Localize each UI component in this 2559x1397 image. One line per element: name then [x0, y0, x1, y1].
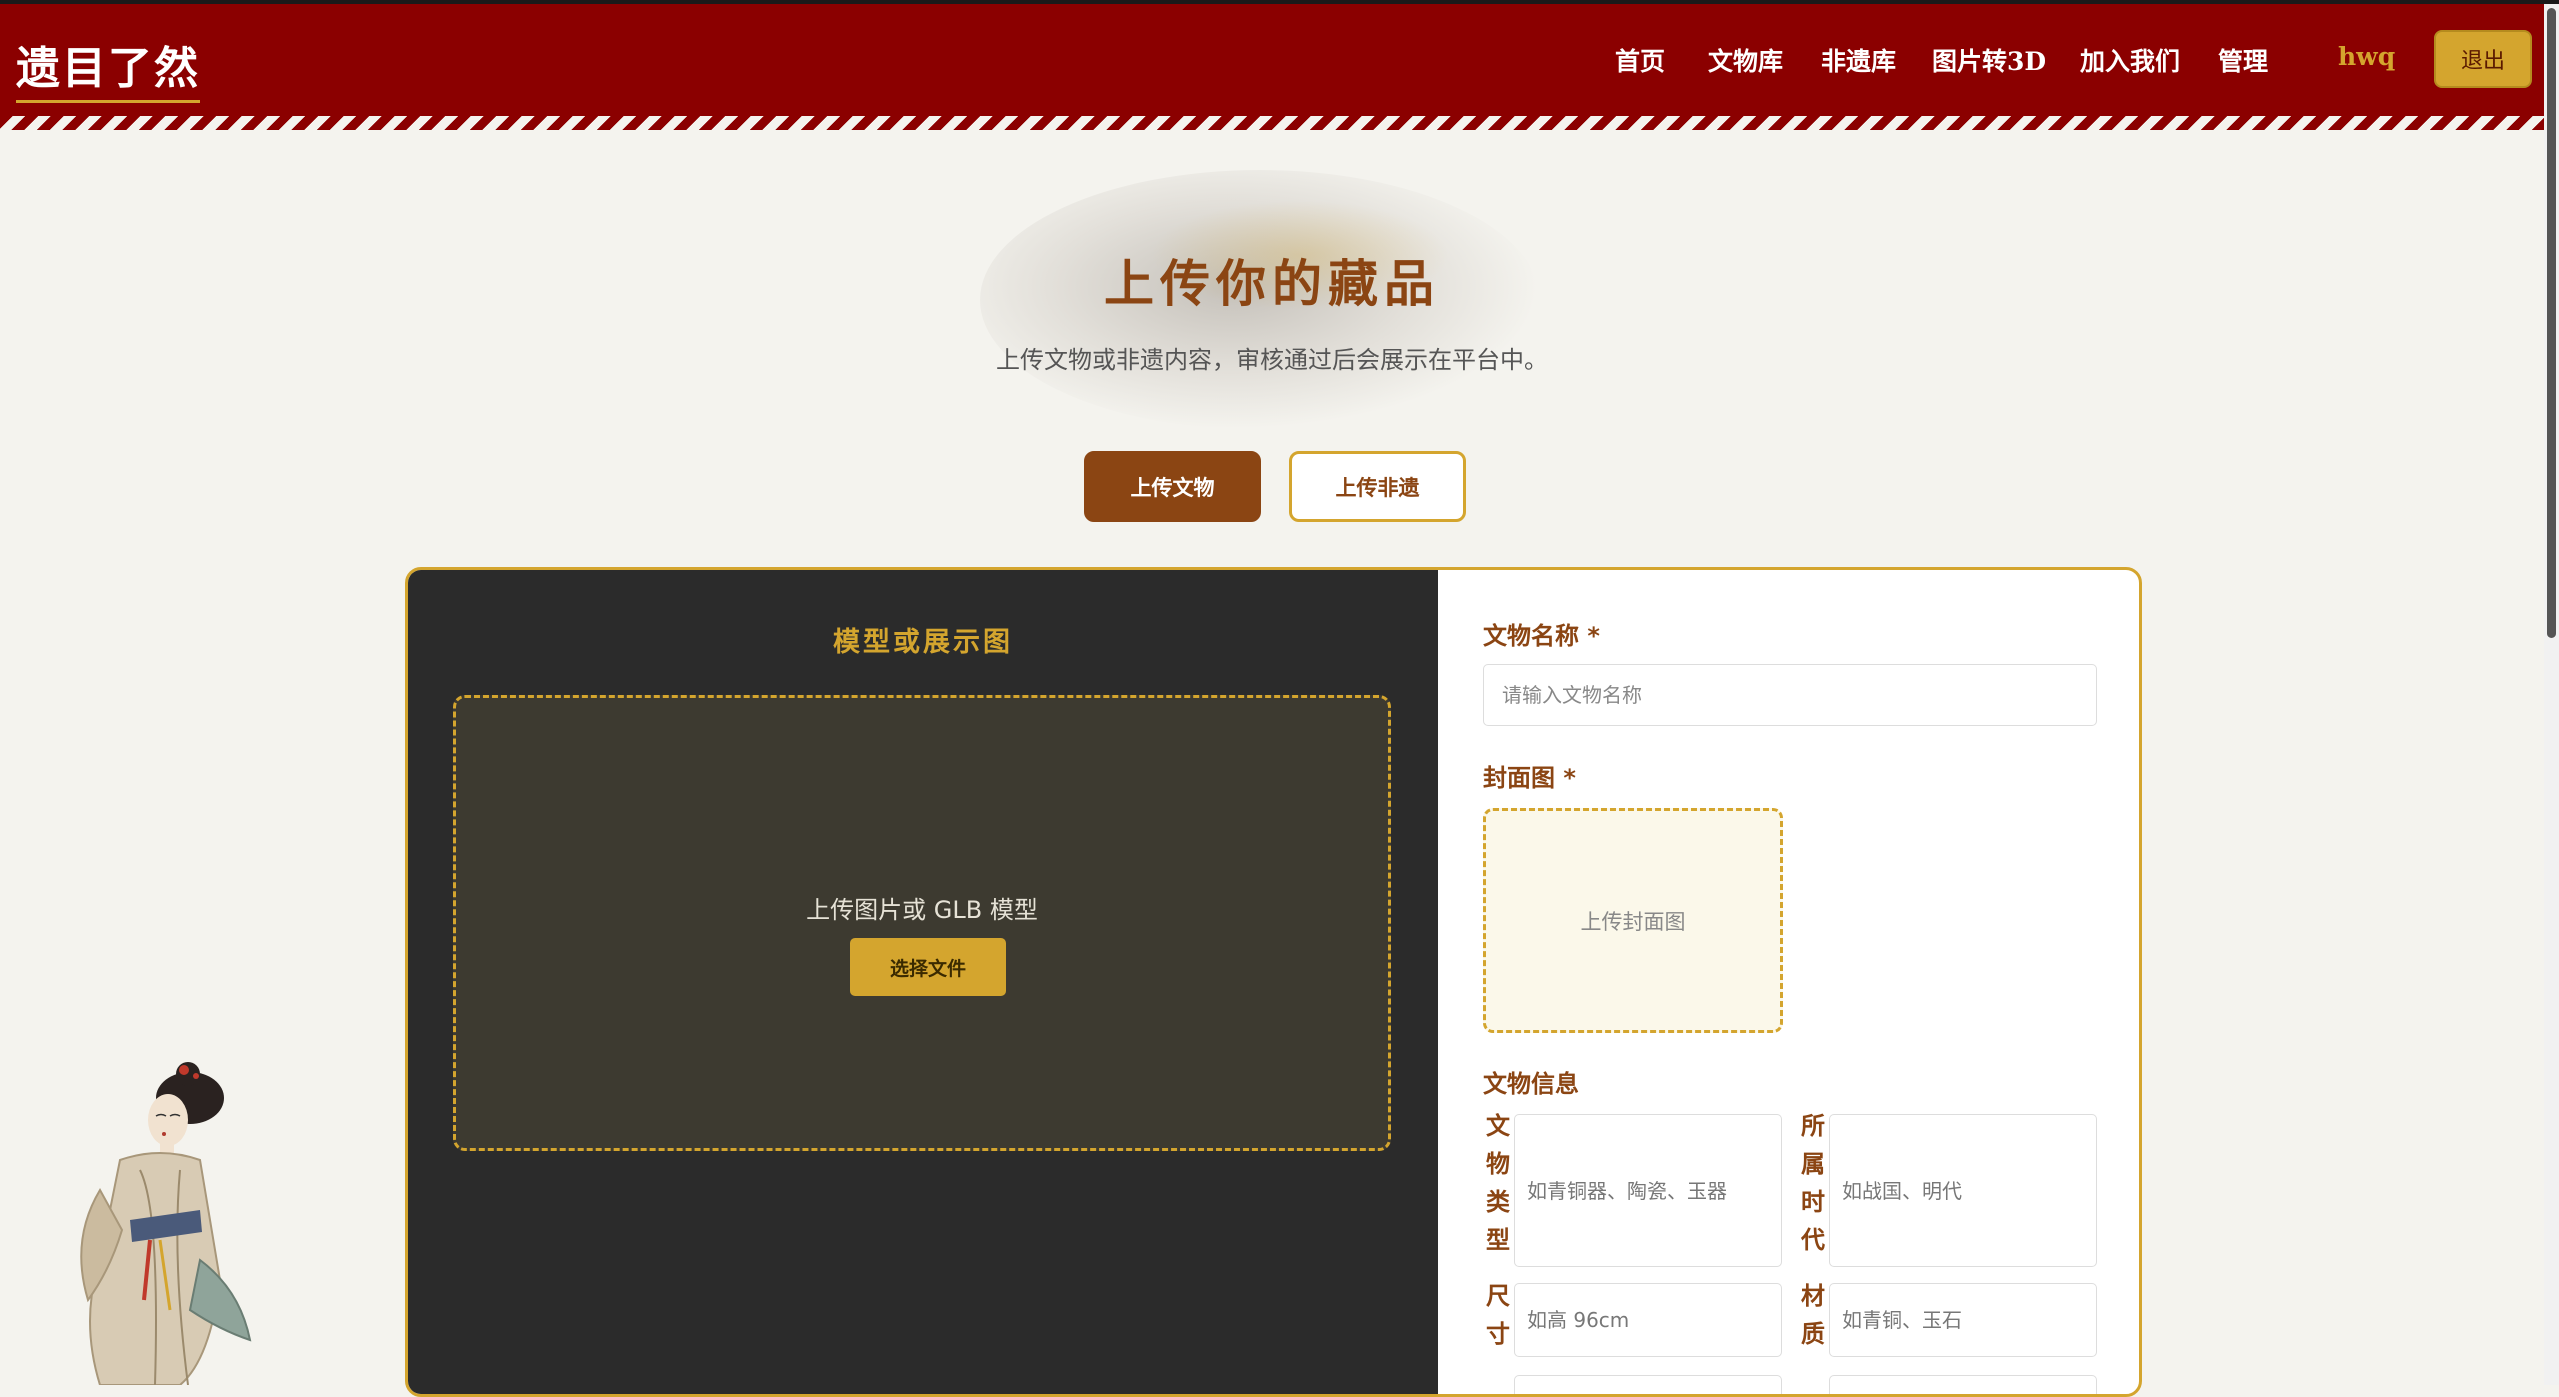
next-field-input-2[interactable]: [1829, 1375, 2097, 1394]
tab-upload-artifact[interactable]: 上传文物: [1084, 451, 1261, 522]
site-logo[interactable]: 遗目了然: [16, 32, 200, 103]
era-input[interactable]: [1829, 1114, 2097, 1267]
logout-button[interactable]: 退出: [2434, 30, 2532, 88]
name-label: 文物名称 *: [1483, 622, 1600, 650]
lady-illustration-decoration: [80, 1062, 252, 1385]
type-input[interactable]: [1514, 1114, 1782, 1267]
form-panel: 文物名称 * 封面图 * 上传封面图 文物信息 文物类型 所属时代 尺寸 材质: [1438, 570, 2139, 1394]
cover-upload[interactable]: 上传封面图: [1483, 808, 1783, 1033]
scrollbar-thumb[interactable]: [2547, 8, 2556, 638]
media-panel-title: 模型或展示图: [833, 627, 1013, 658]
size-input[interactable]: [1514, 1283, 1782, 1357]
nav-image-to-3d[interactable]: 图片转3D: [1932, 42, 2046, 78]
type-label: 文物类型: [1486, 1112, 1510, 1254]
page-title: 上传你的藏品: [1104, 254, 1440, 313]
tab-upload-heritage[interactable]: 上传非遗: [1289, 451, 1466, 522]
artifact-name-input[interactable]: [1483, 664, 2097, 726]
nav-join-us[interactable]: 加入我们: [2080, 42, 2180, 78]
nav-heritage[interactable]: 非遗库: [1821, 42, 1896, 78]
nav-home[interactable]: 首页: [1615, 42, 1665, 78]
media-panel: 模型或展示图 上传图片或 GLB 模型 选择文件: [408, 570, 1438, 1394]
material-input[interactable]: [1829, 1283, 2097, 1357]
user-name[interactable]: hwq: [2338, 42, 2395, 71]
media-dropzone[interactable]: 上传图片或 GLB 模型 选择文件: [453, 695, 1391, 1151]
era-label: 所属时代: [1801, 1112, 1825, 1254]
nav-artifacts[interactable]: 文物库: [1708, 42, 1783, 78]
material-label: 材质: [1801, 1282, 1825, 1348]
cover-label: 封面图 *: [1483, 764, 1576, 792]
next-field-input[interactable]: [1514, 1375, 1782, 1394]
dropzone-text: 上传图片或 GLB 模型: [806, 896, 1038, 924]
cover-upload-text: 上传封面图: [1580, 909, 1686, 934]
upload-form-card: 模型或展示图 上传图片或 GLB 模型 选择文件 文物名称 * 封面图 * 上传…: [405, 567, 2142, 1397]
nav-admin[interactable]: 管理: [2218, 42, 2268, 78]
size-label: 尺寸: [1486, 1282, 1510, 1348]
choose-file-button[interactable]: 选择文件: [850, 938, 1006, 996]
decorative-stripe: [0, 116, 2544, 130]
info-section-label: 文物信息: [1483, 1070, 1579, 1098]
page-subtitle: 上传文物或非遗内容，审核通过后会展示在平台中。: [996, 346, 1548, 374]
